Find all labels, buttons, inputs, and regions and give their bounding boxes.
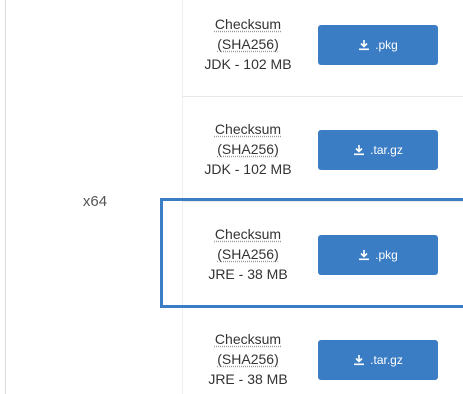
file-size: JDK - 102 MB xyxy=(204,161,292,177)
download-button-label: .pkg xyxy=(375,38,398,52)
checksum-link[interactable]: Checksum (SHA256) xyxy=(183,329,313,369)
download-row: Checksum (SHA256) JDK - 102 MB .tar.gz xyxy=(183,97,463,201)
download-pkg-button[interactable]: .pkg xyxy=(318,235,438,275)
download-icon xyxy=(354,355,365,366)
download-button-label: .pkg xyxy=(375,248,398,262)
download-tar-gz-button[interactable]: .tar.gz xyxy=(318,340,438,380)
download-pkg-button[interactable]: .pkg xyxy=(318,25,438,65)
download-row: Checksum (SHA256) JDK - 102 MB .pkg xyxy=(183,0,463,96)
download-button-label: .tar.gz xyxy=(370,143,403,157)
checksum-link[interactable]: Checksum (SHA256) xyxy=(183,119,313,159)
file-size: JDK - 102 MB xyxy=(204,56,292,72)
download-row: Checksum (SHA256) JRE - 38 MB .tar.gz xyxy=(183,307,463,394)
download-icon xyxy=(359,250,370,261)
table-left-border xyxy=(5,0,6,394)
download-row-highlighted: Checksum (SHA256) JRE - 38 MB .pkg xyxy=(183,202,463,306)
checksum-link[interactable]: Checksum (SHA256) xyxy=(183,14,313,54)
row-info: Checksum (SHA256) JRE - 38 MB xyxy=(183,224,313,284)
download-button-label: .tar.gz xyxy=(370,353,403,367)
file-size: JRE - 38 MB xyxy=(208,371,288,387)
architecture-label: x64 xyxy=(82,193,108,210)
checksum-link[interactable]: Checksum (SHA256) xyxy=(183,224,313,264)
row-info: Checksum (SHA256) JDK - 102 MB xyxy=(183,14,313,74)
download-icon xyxy=(359,40,370,51)
download-tar-gz-button[interactable]: .tar.gz xyxy=(318,130,438,170)
row-info: Checksum (SHA256) JRE - 38 MB xyxy=(183,329,313,389)
file-size: JRE - 38 MB xyxy=(208,266,288,282)
download-icon xyxy=(354,145,365,156)
row-info: Checksum (SHA256) JDK - 102 MB xyxy=(183,119,313,179)
